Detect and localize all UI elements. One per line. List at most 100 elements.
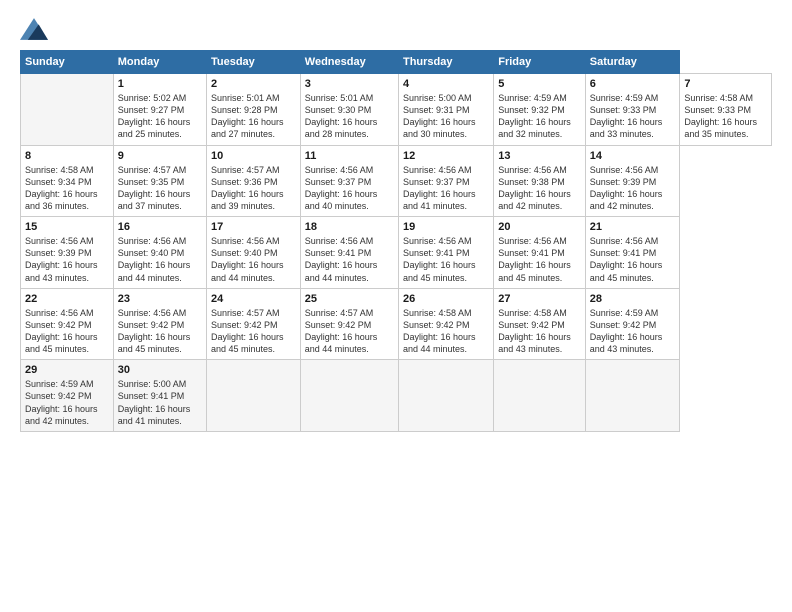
week-row-5: 29 Sunrise: 4:59 AM Sunset: 9:42 PM Dayl…: [21, 360, 772, 432]
day-info: Sunrise: 4:56 AM Sunset: 9:37 PM Dayligh…: [305, 164, 394, 213]
day-cell-1: 1 Sunrise: 5:02 AM Sunset: 9:27 PM Dayli…: [113, 74, 206, 146]
day-cell-23: 23 Sunrise: 4:56 AM Sunset: 9:42 PM Dayl…: [113, 288, 206, 360]
day-info: Sunrise: 4:56 AM Sunset: 9:39 PM Dayligh…: [590, 164, 676, 213]
day-cell-2: 2 Sunrise: 5:01 AM Sunset: 9:28 PM Dayli…: [206, 74, 300, 146]
day-number: 15: [25, 221, 109, 233]
day-info: Sunrise: 4:58 AM Sunset: 9:33 PM Dayligh…: [684, 92, 767, 141]
day-number: 25: [305, 293, 394, 305]
day-number: 16: [118, 221, 202, 233]
week-row-3: 15 Sunrise: 4:56 AM Sunset: 9:39 PM Dayl…: [21, 217, 772, 289]
empty-cell: [21, 74, 114, 146]
day-info: Sunrise: 4:59 AM Sunset: 9:33 PM Dayligh…: [590, 92, 676, 141]
calendar-header-row: SundayMondayTuesdayWednesdayThursdayFrid…: [21, 51, 772, 74]
day-info: Sunrise: 4:56 AM Sunset: 9:37 PM Dayligh…: [403, 164, 489, 213]
page: SundayMondayTuesdayWednesdayThursdayFrid…: [0, 0, 792, 612]
day-cell-15: 15 Sunrise: 4:56 AM Sunset: 9:39 PM Dayl…: [21, 217, 114, 289]
day-number: 8: [25, 150, 109, 162]
day-info: Sunrise: 4:56 AM Sunset: 9:41 PM Dayligh…: [590, 235, 676, 284]
day-number: 13: [498, 150, 581, 162]
col-header-friday: Friday: [494, 51, 586, 74]
day-number: 6: [590, 78, 676, 90]
day-number: 28: [590, 293, 676, 305]
day-number: 27: [498, 293, 581, 305]
day-number: 10: [211, 150, 296, 162]
day-number: 17: [211, 221, 296, 233]
day-cell-25: 25 Sunrise: 4:57 AM Sunset: 9:42 PM Dayl…: [300, 288, 398, 360]
day-cell-8: 8 Sunrise: 4:58 AM Sunset: 9:34 PM Dayli…: [21, 145, 114, 217]
day-cell-4: 4 Sunrise: 5:00 AM Sunset: 9:31 PM Dayli…: [398, 74, 493, 146]
day-cell-5: 5 Sunrise: 4:59 AM Sunset: 9:32 PM Dayli…: [494, 74, 586, 146]
day-cell-20: 20 Sunrise: 4:56 AM Sunset: 9:41 PM Dayl…: [494, 217, 586, 289]
col-header-wednesday: Wednesday: [300, 51, 398, 74]
day-number: 20: [498, 221, 581, 233]
day-info: Sunrise: 4:56 AM Sunset: 9:42 PM Dayligh…: [118, 307, 202, 356]
logo: [20, 18, 50, 40]
day-cell-10: 10 Sunrise: 4:57 AM Sunset: 9:36 PM Dayl…: [206, 145, 300, 217]
col-header-saturday: Saturday: [585, 51, 680, 74]
day-number: 7: [684, 78, 767, 90]
day-info: Sunrise: 4:57 AM Sunset: 9:36 PM Dayligh…: [211, 164, 296, 213]
day-number: 3: [305, 78, 394, 90]
day-number: 21: [590, 221, 676, 233]
day-info: Sunrise: 5:02 AM Sunset: 9:27 PM Dayligh…: [118, 92, 202, 141]
empty-cell: [585, 360, 680, 432]
day-info: Sunrise: 5:01 AM Sunset: 9:30 PM Dayligh…: [305, 92, 394, 141]
day-number: 30: [118, 364, 202, 376]
day-cell-16: 16 Sunrise: 4:56 AM Sunset: 9:40 PM Dayl…: [113, 217, 206, 289]
day-cell-12: 12 Sunrise: 4:56 AM Sunset: 9:37 PM Dayl…: [398, 145, 493, 217]
day-cell-3: 3 Sunrise: 5:01 AM Sunset: 9:30 PM Dayli…: [300, 74, 398, 146]
day-cell-28: 28 Sunrise: 4:59 AM Sunset: 9:42 PM Dayl…: [585, 288, 680, 360]
empty-cell: [300, 360, 398, 432]
day-cell-22: 22 Sunrise: 4:56 AM Sunset: 9:42 PM Dayl…: [21, 288, 114, 360]
day-number: 19: [403, 221, 489, 233]
day-cell-7: 7 Sunrise: 4:58 AM Sunset: 9:33 PM Dayli…: [680, 74, 772, 146]
day-info: Sunrise: 4:56 AM Sunset: 9:41 PM Dayligh…: [305, 235, 394, 284]
day-number: 9: [118, 150, 202, 162]
day-cell-21: 21 Sunrise: 4:56 AM Sunset: 9:41 PM Dayl…: [585, 217, 680, 289]
day-info: Sunrise: 4:57 AM Sunset: 9:42 PM Dayligh…: [305, 307, 394, 356]
week-row-2: 8 Sunrise: 4:58 AM Sunset: 9:34 PM Dayli…: [21, 145, 772, 217]
week-row-4: 22 Sunrise: 4:56 AM Sunset: 9:42 PM Dayl…: [21, 288, 772, 360]
day-number: 5: [498, 78, 581, 90]
day-info: Sunrise: 5:00 AM Sunset: 9:41 PM Dayligh…: [118, 378, 202, 427]
day-info: Sunrise: 4:57 AM Sunset: 9:35 PM Dayligh…: [118, 164, 202, 213]
day-cell-9: 9 Sunrise: 4:57 AM Sunset: 9:35 PM Dayli…: [113, 145, 206, 217]
day-cell-24: 24 Sunrise: 4:57 AM Sunset: 9:42 PM Dayl…: [206, 288, 300, 360]
day-cell-30: 30 Sunrise: 5:00 AM Sunset: 9:41 PM Dayl…: [113, 360, 206, 432]
week-row-1: 1 Sunrise: 5:02 AM Sunset: 9:27 PM Dayli…: [21, 74, 772, 146]
day-number: 22: [25, 293, 109, 305]
day-cell-14: 14 Sunrise: 4:56 AM Sunset: 9:39 PM Dayl…: [585, 145, 680, 217]
day-number: 11: [305, 150, 394, 162]
empty-cell: [398, 360, 493, 432]
empty-cell: [206, 360, 300, 432]
day-info: Sunrise: 5:01 AM Sunset: 9:28 PM Dayligh…: [211, 92, 296, 141]
day-cell-18: 18 Sunrise: 4:56 AM Sunset: 9:41 PM Dayl…: [300, 217, 398, 289]
day-number: 29: [25, 364, 109, 376]
day-info: Sunrise: 5:00 AM Sunset: 9:31 PM Dayligh…: [403, 92, 489, 141]
day-info: Sunrise: 4:56 AM Sunset: 9:40 PM Dayligh…: [118, 235, 202, 284]
day-cell-17: 17 Sunrise: 4:56 AM Sunset: 9:40 PM Dayl…: [206, 217, 300, 289]
day-info: Sunrise: 4:56 AM Sunset: 9:42 PM Dayligh…: [25, 307, 109, 356]
day-number: 4: [403, 78, 489, 90]
col-header-sunday: Sunday: [21, 51, 114, 74]
day-number: 24: [211, 293, 296, 305]
day-cell-13: 13 Sunrise: 4:56 AM Sunset: 9:38 PM Dayl…: [494, 145, 586, 217]
day-number: 14: [590, 150, 676, 162]
logo-icon: [20, 18, 48, 40]
day-info: Sunrise: 4:59 AM Sunset: 9:32 PM Dayligh…: [498, 92, 581, 141]
day-cell-6: 6 Sunrise: 4:59 AM Sunset: 9:33 PM Dayli…: [585, 74, 680, 146]
empty-cell: [494, 360, 586, 432]
day-number: 12: [403, 150, 489, 162]
day-number: 2: [211, 78, 296, 90]
day-info: Sunrise: 4:56 AM Sunset: 9:39 PM Dayligh…: [25, 235, 109, 284]
day-info: Sunrise: 4:56 AM Sunset: 9:38 PM Dayligh…: [498, 164, 581, 213]
day-number: 23: [118, 293, 202, 305]
day-info: Sunrise: 4:59 AM Sunset: 9:42 PM Dayligh…: [25, 378, 109, 427]
day-cell-19: 19 Sunrise: 4:56 AM Sunset: 9:41 PM Dayl…: [398, 217, 493, 289]
day-number: 1: [118, 78, 202, 90]
header: [20, 18, 772, 40]
col-header-thursday: Thursday: [398, 51, 493, 74]
day-info: Sunrise: 4:58 AM Sunset: 9:34 PM Dayligh…: [25, 164, 109, 213]
day-cell-27: 27 Sunrise: 4:58 AM Sunset: 9:42 PM Dayl…: [494, 288, 586, 360]
calendar-table: SundayMondayTuesdayWednesdayThursdayFrid…: [20, 50, 772, 432]
